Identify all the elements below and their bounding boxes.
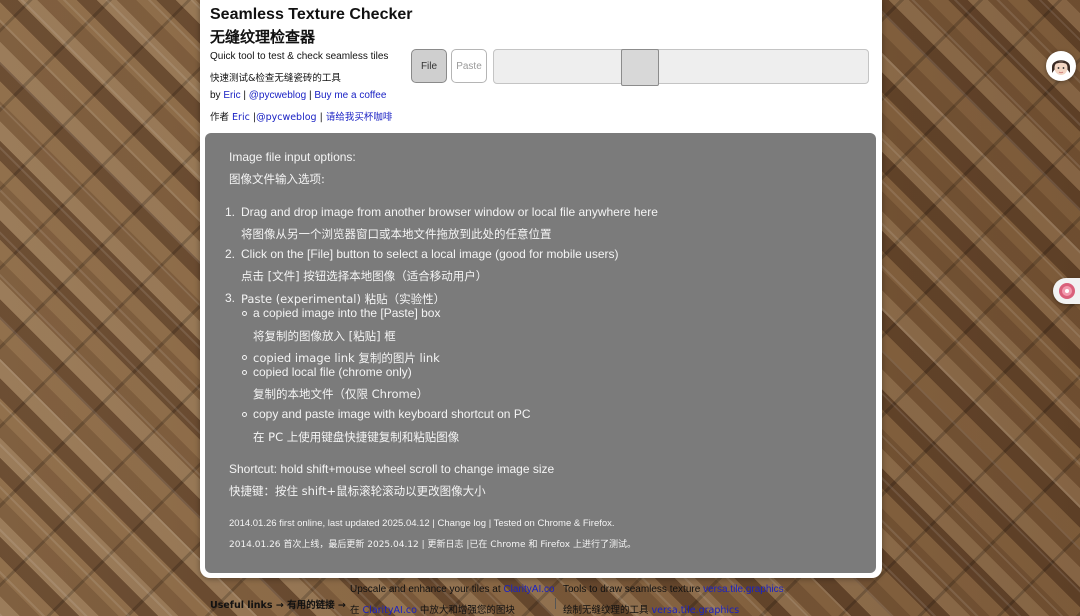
subtitle: Quick tool to test & check seamless tile… bbox=[210, 51, 389, 62]
tools-text: Tools to draw seamless texture bbox=[563, 584, 701, 595]
bullet bbox=[242, 355, 247, 360]
author-link-zh[interactable]: Eric bbox=[232, 112, 250, 123]
versa-link[interactable]: versa.tile.graphics bbox=[703, 584, 784, 595]
list-item-zh: 将图像从另一个浏览器窗口或本地文件拖放到此处的任意位置 bbox=[241, 227, 552, 241]
info-panel: Image file input options: 图像文件输入选项: 1. D… bbox=[205, 133, 876, 573]
paste-box[interactable]: Paste bbox=[451, 49, 487, 83]
sub-item-zh: 复制的本地文件（仅限 Chrome） bbox=[253, 387, 429, 401]
versa-link-zh[interactable]: versa.tile.graphics bbox=[652, 605, 740, 616]
list-number: 2. bbox=[225, 247, 236, 261]
coffee-link[interactable]: Buy me a coffee bbox=[314, 90, 386, 101]
page-title: Seamless Texture Checker bbox=[210, 6, 413, 23]
author-link[interactable]: Eric bbox=[223, 90, 240, 101]
file-button[interactable]: File bbox=[411, 49, 447, 83]
main-panel: Seamless Texture Checker 无缝纹理检查器 Quick t… bbox=[200, 0, 882, 578]
useful-links-label: Useful links → 有用的链接 → bbox=[210, 600, 346, 611]
footnote: 2014.01.26 first online, last updated 20… bbox=[229, 518, 615, 529]
upscale-text-zh: 在 bbox=[350, 605, 360, 616]
sub-item: copied image link 复制的图片 link bbox=[253, 351, 440, 365]
footer-links: Useful links → 有用的链接 → Upscale and enhan… bbox=[200, 582, 882, 616]
list-number: 3. bbox=[225, 291, 236, 305]
clarity-link[interactable]: ClarityAI.co bbox=[503, 584, 554, 595]
footnote-zh: 2014.01.26 首次上线，最后更新 2025.04.12 | 更新日志 |… bbox=[229, 540, 636, 550]
sub-item-zh: 将复制的图像放入 [粘贴] 框 bbox=[253, 329, 396, 343]
author-line: by Eric | @pycweblog | Buy me a coffee bbox=[210, 90, 386, 101]
clarity-link-zh[interactable]: ClarityAI.co bbox=[363, 605, 417, 616]
page-title-zh: 无缝纹理检查器 bbox=[210, 28, 316, 46]
handle-link[interactable]: @pycweblog bbox=[249, 90, 306, 101]
list-number: 1. bbox=[225, 205, 236, 219]
upscale-text-zh-suffix: 中放大和增强您的图块 bbox=[419, 605, 515, 616]
author-line-zh: 作者 Eric |@pycweblog | 请给我买杯咖啡 bbox=[210, 109, 392, 123]
coffee-link-zh[interactable]: 请给我买杯咖啡 bbox=[326, 112, 393, 123]
separator: | bbox=[319, 112, 323, 123]
subtitle-zh: 快速测试&检查无缝瓷砖的工具 bbox=[210, 73, 341, 84]
avatar-face-icon bbox=[1047, 52, 1075, 80]
sub-item: copy and paste image with keyboard short… bbox=[253, 407, 531, 421]
handle-link-zh[interactable]: @pycweblog bbox=[256, 112, 317, 123]
sub-item: copied local file (chrome only) bbox=[253, 365, 412, 379]
info-heading: Image file input options: bbox=[229, 150, 356, 164]
by-label: by bbox=[210, 90, 221, 101]
side-tab-icon[interactable] bbox=[1053, 278, 1080, 304]
size-slider[interactable] bbox=[493, 49, 869, 86]
separator: | bbox=[243, 90, 246, 101]
tools-line: Tools to draw seamless texture versa.til… bbox=[563, 584, 784, 595]
footer-divider bbox=[555, 598, 556, 609]
slider-thumb[interactable] bbox=[621, 49, 659, 86]
by-label-zh: 作者 bbox=[210, 112, 230, 123]
list-item: Paste (experimental) 粘贴（实验性） bbox=[241, 292, 446, 306]
shortcut-text-zh: 快捷键：按住 shift+鼠标滚轮滚动以更改图像大小 bbox=[229, 484, 486, 498]
bullet bbox=[242, 370, 247, 375]
list-item-zh: 点击 [文件] 按钮选择本地图像（适合移动用户） bbox=[241, 269, 488, 283]
separator: | bbox=[308, 90, 312, 101]
bullet bbox=[242, 311, 247, 316]
side-widget-icon bbox=[1059, 283, 1075, 299]
shortcut-text: Shortcut: hold shift+mouse wheel scroll … bbox=[229, 462, 555, 476]
upscale-line-zh: 在 ClarityAI.co 中放大和增强您的图块 bbox=[350, 602, 515, 616]
upscale-text: Upscale and enhance your tiles at bbox=[350, 584, 501, 595]
tools-text-zh: 绘制无缝纹理的工具 bbox=[563, 605, 649, 616]
sub-item-zh: 在 PC 上使用键盘快捷键复制和粘贴图像 bbox=[253, 430, 460, 444]
upscale-line: Upscale and enhance your tiles at Clarit… bbox=[350, 584, 555, 595]
avatar-icon[interactable] bbox=[1046, 51, 1076, 81]
bullet bbox=[242, 412, 247, 417]
sub-item: a copied image into the [Paste] box bbox=[253, 306, 441, 320]
list-item: Drag and drop image from another browser… bbox=[241, 205, 658, 219]
list-item: Click on the [File] button to select a l… bbox=[241, 247, 619, 261]
info-heading-zh: 图像文件输入选项: bbox=[229, 172, 325, 186]
tools-line-zh: 绘制无缝纹理的工具 versa.tile.graphics bbox=[563, 602, 739, 616]
